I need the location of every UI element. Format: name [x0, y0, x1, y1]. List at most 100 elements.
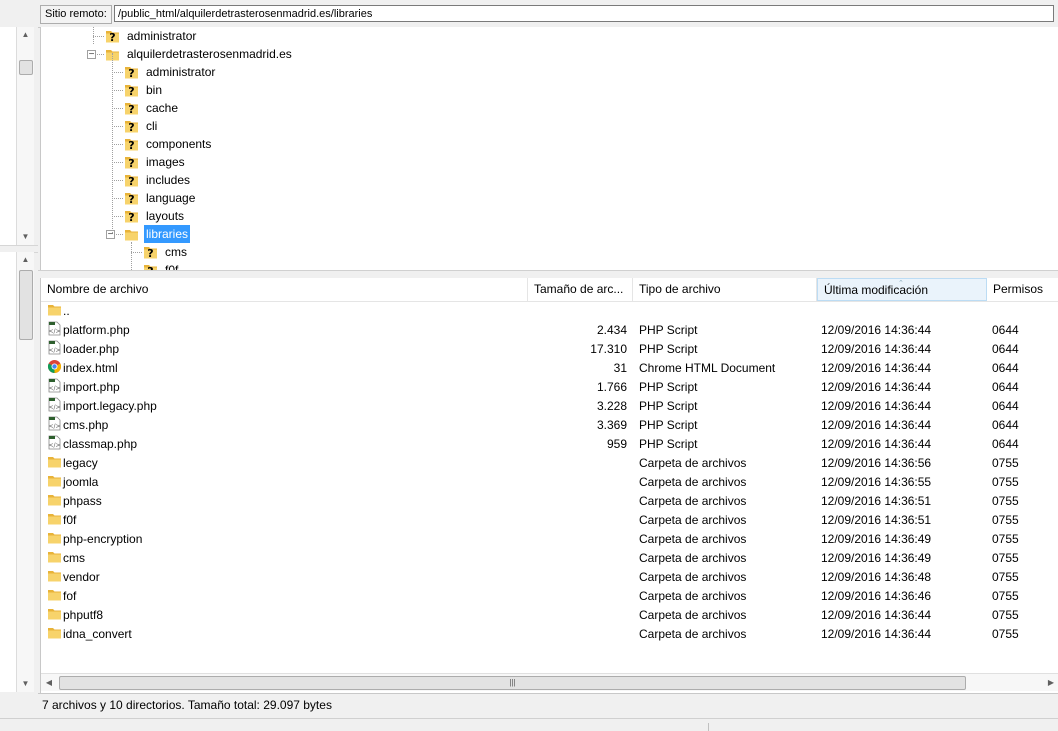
tree-item-label: cache [146, 101, 179, 115]
folder-icon [47, 302, 62, 317]
file-modified: 12/09/2016 14:36:49 [821, 532, 932, 546]
file-row[interactable]: .. [41, 302, 1058, 321]
folder-icon [47, 454, 62, 469]
scroll-down-arrow-icon[interactable]: ▼ [17, 676, 34, 692]
local-tree-scrollbar[interactable]: ▲ ▼ [16, 27, 34, 245]
tree-item-label: f0f [165, 263, 179, 270]
file-type: Carpeta de archivos [639, 608, 747, 622]
file-row[interactable]: phputf8 Carpeta de archivos 12/09/2016 14:… [41, 606, 1058, 625]
file-row[interactable]: cms Carpeta de archivos 12/09/2016 14:36:4… [41, 549, 1058, 568]
tree-connector [112, 162, 123, 163]
file-row[interactable]: </> import.legacy.php 3.228 PHP Script 12/09… [41, 397, 1058, 416]
column-header-type[interactable]: Tipo de archivo [633, 278, 817, 301]
scroll-thumb[interactable] [19, 60, 33, 75]
scroll-left-arrow-icon[interactable]: ◀ [41, 674, 57, 691]
local-list-scrollbar[interactable]: ▲ ▼ [16, 252, 34, 692]
file-row[interactable]: </> classmap.php 959 PHP Script 12/09/2016 1… [41, 435, 1058, 454]
unknown-folder-icon: ? [143, 263, 158, 270]
file-modified: 12/09/2016 14:36:49 [821, 551, 932, 565]
file-row[interactable]: php-encryption Carpeta de archivos 12/09/2… [41, 530, 1058, 549]
local-pane-edge: ▲ ▼ ▲ ▼ [0, 0, 38, 718]
file-row[interactable]: </> import.php 1.766 PHP Script 12/09/2016 1… [41, 378, 1058, 397]
column-header-modified-label: Última modificación [824, 283, 929, 297]
unknown-folder-icon: ? [124, 119, 139, 134]
file-modified: 12/09/2016 14:36:55 [821, 475, 932, 489]
svg-text:</>: </> [48, 442, 60, 449]
file-modified: 12/09/2016 14:36:44 [821, 437, 932, 451]
file-row[interactable]: vendor Carpeta de archivos 12/09/2016 14:3… [41, 568, 1058, 587]
scroll-thumb[interactable]: ||| [59, 676, 966, 690]
column-header-permissions[interactable]: Permisos [987, 278, 1058, 301]
file-type: Carpeta de archivos [639, 551, 747, 565]
scroll-up-arrow-icon[interactable]: ▲ [17, 252, 34, 268]
file-type: PHP Script [639, 380, 698, 394]
unknown-folder-icon: ? [124, 83, 139, 98]
file-modified: 12/09/2016 14:36:51 [821, 494, 932, 508]
file-name: cms.php [63, 418, 109, 432]
file-size: 17.310 [590, 342, 627, 356]
tree-connector [131, 242, 132, 270]
tree-item-label: components [146, 137, 212, 151]
file-row[interactable]: fof Carpeta de archivos 12/09/2016 14:36:4… [41, 587, 1058, 606]
svg-text:?: ? [128, 175, 134, 187]
file-permissions: 0644 [992, 323, 1019, 337]
scroll-right-arrow-icon[interactable]: ▶ [1043, 674, 1058, 691]
file-row[interactable]: phpass Carpeta de archivos 12/09/2016 14:3… [41, 492, 1058, 511]
remote-file-list[interactable]: Nombre de archivo Tamaño de arc... Tipo … [40, 278, 1058, 693]
file-modified: 12/09/2016 14:36:46 [821, 589, 932, 603]
file-row[interactable]: f0f Carpeta de archivos 12/09/2016 14:36:5… [41, 511, 1058, 530]
php-file-icon: </> [47, 340, 62, 355]
file-row[interactable]: index.html 31 Chrome HTML Document 12/09/20… [41, 359, 1058, 378]
unknown-folder-icon: ? [124, 209, 139, 224]
file-row[interactable]: </> cms.php 3.369 PHP Script 12/09/2016 14:3… [41, 416, 1058, 435]
tree-connector [93, 36, 104, 37]
file-type: Carpeta de archivos [639, 475, 747, 489]
unknown-folder-icon: ? [124, 101, 139, 116]
file-name: loader.php [63, 342, 120, 356]
remote-directory-tree[interactable]: ? administrator alquilerdetrasterosenmadri… [40, 27, 1058, 270]
file-modified: 12/09/2016 14:36:44 [821, 608, 932, 622]
bottom-panel-edge [0, 718, 1058, 731]
file-modified: 12/09/2016 14:36:56 [821, 456, 932, 470]
tree-item-label: alquilerdetrasterosenmadrid.es [127, 47, 292, 61]
scroll-up-arrow-icon[interactable]: ▲ [17, 27, 34, 43]
svg-text:</>: </> [48, 347, 60, 354]
scroll-thumb[interactable] [19, 270, 33, 340]
tree-connector [112, 144, 123, 145]
file-type: Chrome HTML Document [639, 361, 776, 375]
file-row[interactable]: </> loader.php 17.310 PHP Script 12/09/2016 … [41, 340, 1058, 359]
file-row[interactable]: legacy Carpeta de archivos 12/09/2016 14:3… [41, 454, 1058, 473]
php-file-icon: </> [47, 435, 62, 450]
file-name: fof [63, 589, 77, 603]
file-size: 1.766 [596, 380, 627, 394]
collapse-icon[interactable]: − [106, 230, 115, 240]
file-row[interactable]: joomla Carpeta de archivos 12/09/2016 14:3… [41, 473, 1058, 492]
file-type: PHP Script [639, 437, 698, 451]
remote-path-input[interactable]: /public_html/alquilerdetrasterosenmadrid… [114, 5, 1054, 22]
file-permissions: 0755 [992, 589, 1019, 603]
column-header-size[interactable]: Tamaño de arc... [528, 278, 633, 301]
file-row[interactable]: idna_convert Carpeta de archivos 12/09/201… [41, 625, 1058, 644]
file-permissions: 0755 [992, 456, 1019, 470]
file-size: 3.228 [596, 399, 627, 413]
column-header-modified[interactable]: ⌃ Última modificación [817, 278, 987, 301]
unknown-folder-icon: ? [143, 245, 158, 260]
file-size: 959 [606, 437, 627, 451]
horizontal-scrollbar[interactable]: ◀ ||| ▶ [41, 673, 1058, 691]
file-modified: 12/09/2016 14:36:44 [821, 399, 932, 413]
file-modified: 12/09/2016 14:36:44 [821, 342, 932, 356]
file-permissions: 0755 [992, 570, 1019, 584]
folder-icon [47, 587, 62, 602]
file-name: index.html [63, 361, 118, 375]
column-header-name[interactable]: Nombre de archivo [41, 278, 528, 301]
scroll-down-arrow-icon[interactable]: ▼ [17, 229, 34, 245]
file-name: idna_convert [63, 627, 132, 641]
php-file-icon: </> [47, 378, 62, 393]
file-modified: 12/09/2016 14:36:51 [821, 513, 932, 527]
local-list-edge [0, 252, 16, 692]
php-file-icon: </> [47, 321, 62, 336]
folder-icon [47, 568, 62, 583]
svg-text:?: ? [147, 247, 153, 259]
collapse-icon[interactable]: − [87, 50, 96, 60]
file-row[interactable]: </> platform.php 2.434 PHP Script 12/09/2016… [41, 321, 1058, 340]
